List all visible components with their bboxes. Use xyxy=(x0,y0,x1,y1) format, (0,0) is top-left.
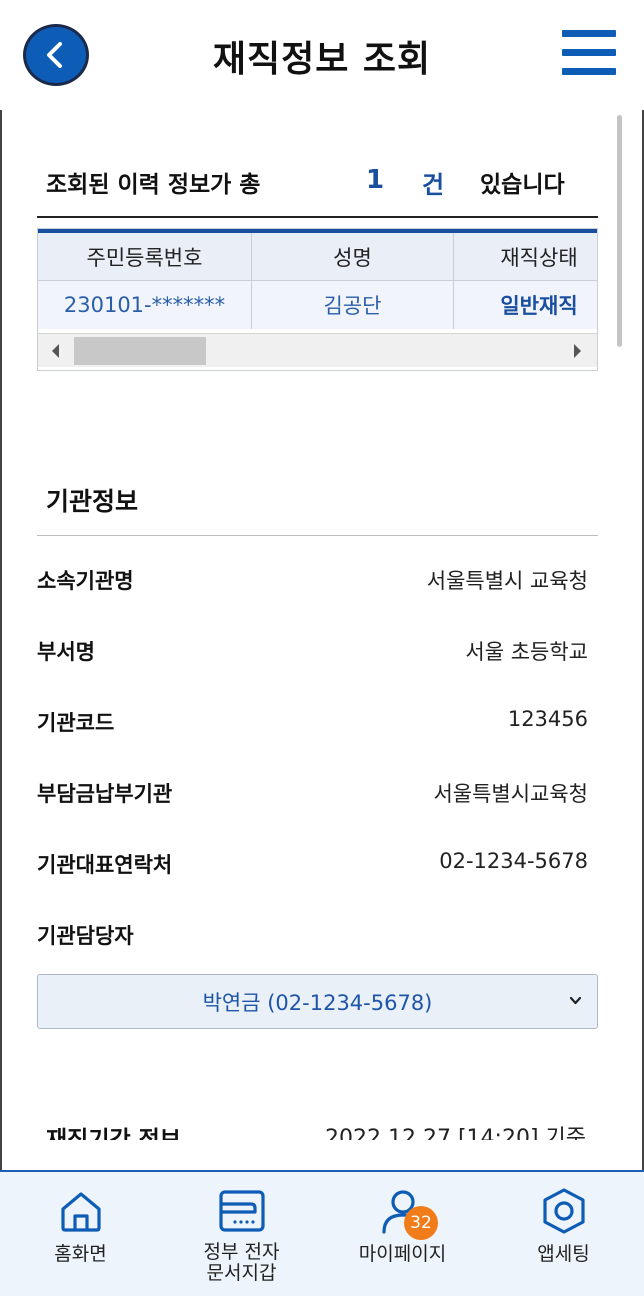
info-row-payer-agency: 부담금납부기관 서울특별시교육청 xyxy=(37,778,588,818)
table-cell-status: 일반재직 xyxy=(454,281,597,329)
info-value: 서울 초등학교 xyxy=(465,640,588,664)
info-label: 부서명 xyxy=(37,640,95,664)
menu-button[interactable] xyxy=(562,30,616,76)
nav-label-line1: 정부 전자 xyxy=(203,1241,280,1263)
page-title: 재직정보 조회 xyxy=(212,39,432,80)
agency-section-title: 기관정보 xyxy=(46,487,139,516)
table-cell-name: 김공단 xyxy=(252,281,454,329)
home-icon xyxy=(60,1192,101,1232)
bottom-navigation: 홈화면 정부 전자 문서지갑 마이페이지 32 앱세팅 xyxy=(0,1170,644,1296)
period-section-title: 재직기간 정보 xyxy=(46,1127,181,1140)
table-cell-resident-number: 230101-******* xyxy=(38,281,252,329)
info-value: 서울특별시 교육청 xyxy=(426,569,588,593)
scroll-left-icon[interactable] xyxy=(52,344,59,358)
info-label: 기관코드 xyxy=(37,711,115,735)
table-header-cell: 성명 xyxy=(252,233,454,281)
info-row-agency-phone: 기관대표연락처 02-1234-5678 xyxy=(37,849,588,889)
nav-label: 홈화면 xyxy=(54,1243,107,1265)
content-scroll-area[interactable]: 조회된 이력 정보가 총 1 건 있습니다 주민등록번호 성명 재직상태 230… xyxy=(0,110,644,1140)
summary-prefix: 조회된 이력 정보가 총 xyxy=(46,172,261,198)
menu-bar-icon xyxy=(562,68,616,75)
history-table[interactable]: 주민등록번호 성명 재직상태 230101-******* 김공단 일반재직 xyxy=(37,228,598,371)
info-value: 123456 xyxy=(507,707,588,731)
info-label: 소속기관명 xyxy=(37,569,134,593)
info-label: 기관대표연락처 xyxy=(37,853,173,877)
summary-suffix: 있습니다 xyxy=(480,172,565,198)
info-row-contact-person: 기관담당자 xyxy=(37,920,588,960)
period-as-of-date: 2022.12.27 [14:20] 기준 xyxy=(325,1126,586,1140)
summary-count: 1 xyxy=(366,165,385,195)
select-value: 박연금 (02-1234-5678) xyxy=(202,990,433,1015)
wallet-icon xyxy=(218,1190,265,1232)
nav-item-mypage[interactable]: 마이페이지 xyxy=(322,1172,483,1296)
info-row-affiliation: 소속기관명 서울특별시 교육청 xyxy=(37,565,588,605)
contact-person-select[interactable]: 박연금 (02-1234-5678) xyxy=(37,974,598,1029)
horizontal-scrollbar[interactable] xyxy=(38,333,597,367)
app-header: 재직정보 조회 xyxy=(0,0,644,110)
nav-item-home[interactable]: 홈화면 xyxy=(0,1172,161,1296)
info-label: 부담금납부기관 xyxy=(37,782,173,806)
nav-item-app-settings[interactable]: 앱세팅 xyxy=(483,1172,644,1296)
scrollbar-thumb[interactable] xyxy=(74,337,206,365)
info-row-agency-code: 기관코드 123456 xyxy=(37,707,588,747)
divider xyxy=(37,535,598,536)
info-label: 기관담당자 xyxy=(37,924,134,948)
chevron-down-icon xyxy=(570,996,581,1005)
info-value: 서울특별시교육청 xyxy=(433,782,588,806)
menu-bar-icon xyxy=(562,30,616,37)
nav-label: 마이페이지 xyxy=(358,1243,447,1265)
result-summary: 조회된 이력 정보가 총 1 건 있습니다 xyxy=(46,165,596,201)
nav-label-line2: 문서지갑 xyxy=(206,1262,277,1284)
notification-badge: 32 xyxy=(404,1206,438,1240)
hexagon-settings-icon xyxy=(542,1188,585,1234)
info-value: 02-1234-5678 xyxy=(439,849,588,873)
table-header-cell: 주민등록번호 xyxy=(38,233,252,281)
info-row-department: 부서명 서울 초등학교 xyxy=(37,636,588,676)
scroll-right-icon[interactable] xyxy=(574,344,581,358)
nav-item-wallet[interactable]: 정부 전자 문서지갑 xyxy=(161,1172,322,1296)
nav-label: 앱세팅 xyxy=(537,1243,590,1265)
summary-unit: 건 xyxy=(422,171,445,199)
table-header-cell: 재직상태 xyxy=(454,233,597,281)
vertical-scrollbar[interactable] xyxy=(617,115,622,347)
menu-bar-icon xyxy=(562,49,616,56)
divider xyxy=(37,216,598,218)
